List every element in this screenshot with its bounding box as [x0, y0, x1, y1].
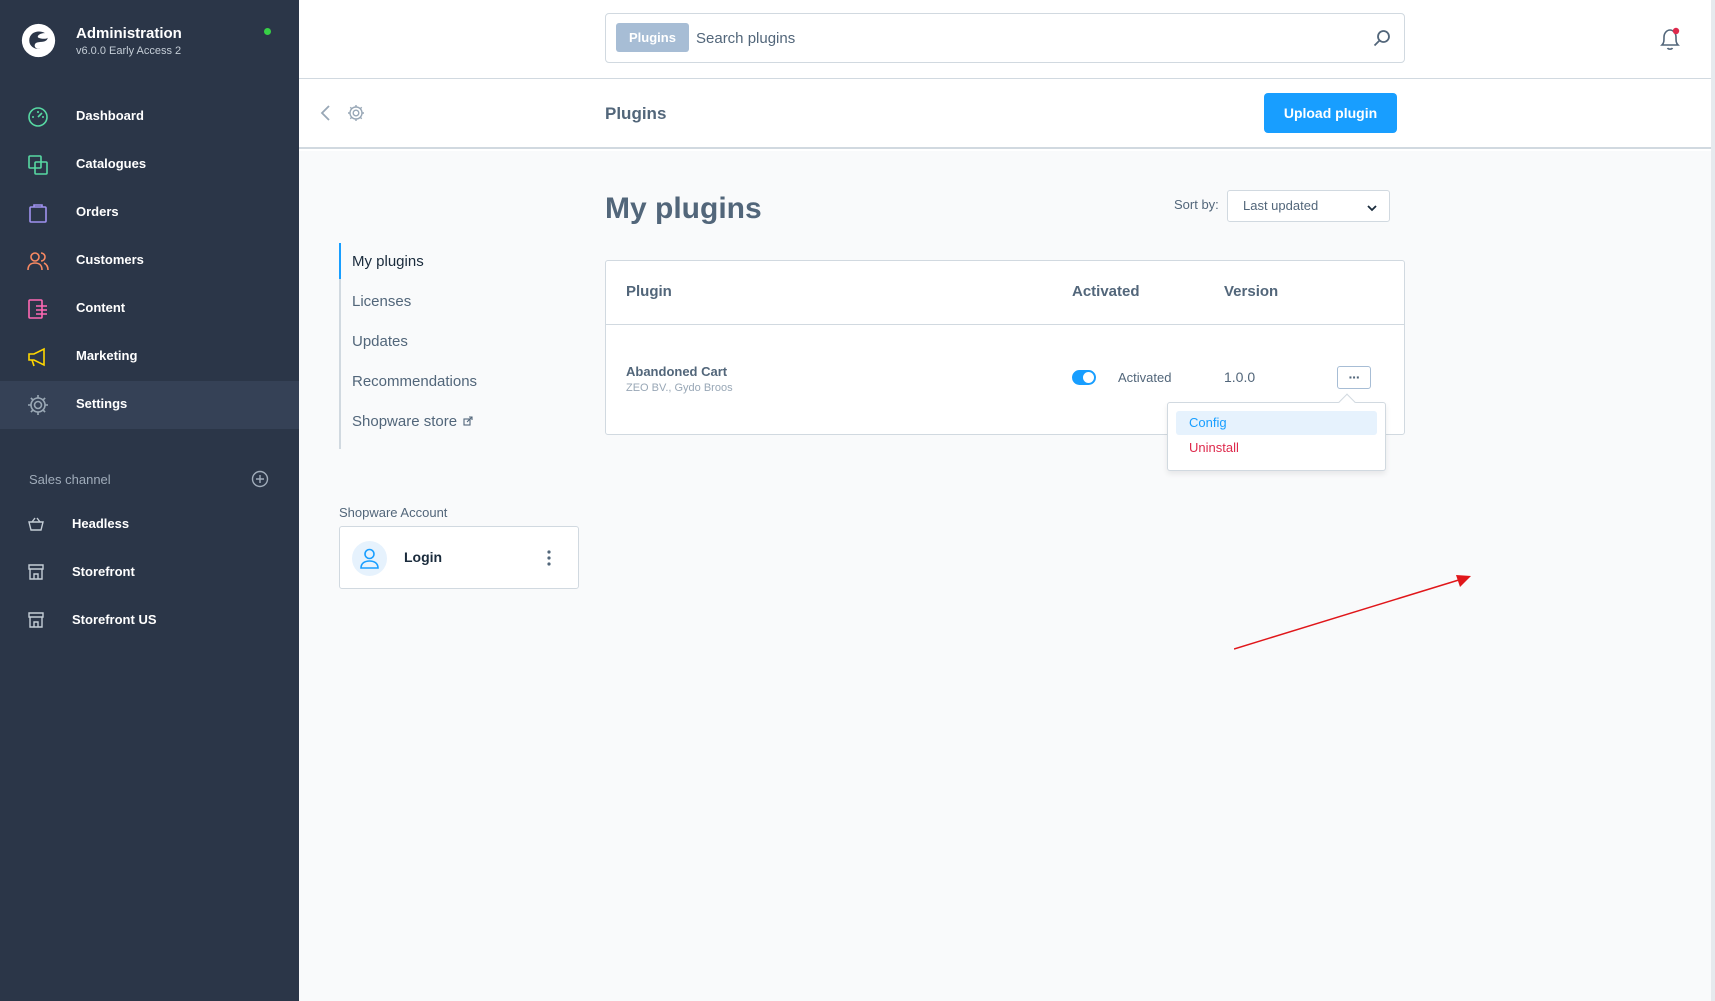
nav-item-orders[interactable]: Orders — [0, 189, 299, 237]
side-nav-shopware-store[interactable]: Shopware store — [341, 409, 539, 449]
column-header-activated[interactable]: Activated — [1072, 283, 1140, 300]
side-nav-recommendations[interactable]: Recommendations — [341, 369, 539, 409]
nav-label: Settings — [76, 396, 128, 411]
nav-label: Orders — [76, 204, 119, 219]
admin-sidebar: Administration v6.0.0 Early Access 2 Das… — [0, 0, 299, 1001]
nav-label: Catalogues — [76, 156, 147, 171]
nav-item-settings[interactable]: Settings — [0, 381, 299, 429]
sales-channel-header: Sales channel — [29, 470, 269, 492]
nav-item-customers[interactable]: Customers — [0, 237, 299, 285]
shopware-account-label: Shopware Account — [339, 505, 448, 520]
sales-channel-item-storefront-us[interactable]: Storefront US — [0, 599, 299, 643]
account-login-label[interactable]: Login — [404, 549, 442, 565]
section-title: My plugins — [605, 192, 762, 225]
context-menu-uninstall[interactable]: Uninstall — [1176, 436, 1377, 460]
search-type-tag[interactable]: Plugins — [616, 23, 689, 52]
activation-label: Activated — [1118, 370, 1172, 385]
add-sales-channel-icon[interactable] — [251, 470, 269, 488]
nav-label: Dashboard — [76, 108, 144, 123]
catalogue-icon — [28, 155, 48, 175]
user-icon — [360, 548, 379, 569]
app-version: v6.0.0 Early Access 2 — [76, 45, 182, 57]
plugin-name: Abandoned Cart — [626, 364, 728, 379]
nav-item-dashboard[interactable]: Dashboard — [0, 93, 299, 141]
annotation-arrow-icon — [1234, 575, 1471, 650]
page-title: Plugins — [605, 104, 667, 123]
sales-channel-name: Storefront — [72, 564, 135, 579]
sales-channel-item-storefront[interactable]: Storefront — [0, 551, 299, 595]
marketing-icon — [28, 347, 45, 367]
notification-bell-icon[interactable] — [1658, 26, 1682, 52]
chevron-down-icon — [1367, 205, 1377, 212]
top-bar: Plugins — [299, 0, 1715, 79]
plugin-version: 1.0.0 — [1224, 369, 1256, 385]
search-icon[interactable] — [1372, 28, 1392, 48]
orders-icon — [29, 204, 47, 223]
search-input[interactable] — [696, 24, 1296, 52]
nav-label: Content — [76, 300, 126, 315]
sales-channel-name: Storefront US — [72, 612, 157, 627]
nav-label: Customers — [76, 252, 144, 267]
storefront-icon — [28, 612, 44, 628]
side-nav-updates[interactable]: Updates — [341, 329, 539, 369]
column-header-plugin[interactable]: Plugin — [626, 283, 672, 300]
sort-label: Sort by: — [1174, 197, 1219, 212]
status-indicator — [264, 28, 271, 35]
back-arrow-icon[interactable] — [319, 104, 333, 122]
basket-icon — [28, 517, 44, 531]
sales-channel-name: Headless — [72, 516, 130, 531]
column-header-version[interactable]: Version — [1224, 283, 1278, 300]
nav-item-catalogues[interactable]: Catalogues — [0, 141, 299, 189]
activation-toggle[interactable] — [1072, 370, 1096, 385]
storefront-icon — [28, 564, 44, 580]
sales-channel-title: Sales channel — [29, 472, 111, 487]
avatar — [352, 541, 387, 576]
settings-cog-icon[interactable] — [347, 104, 365, 122]
page-scrollbar[interactable] — [1711, 0, 1715, 1001]
sales-channel-item-headless[interactable]: Headless — [0, 503, 299, 547]
sort-select[interactable]: Last updated — [1227, 190, 1390, 222]
side-nav-label: Recommendations — [352, 373, 478, 390]
side-nav-label: Licenses — [352, 293, 412, 310]
external-link-icon — [463, 416, 473, 426]
shopware-logo-icon — [21, 23, 56, 58]
smart-bar: Plugins Upload plugin — [299, 80, 1715, 149]
customers-icon — [27, 252, 49, 271]
row-context-button[interactable]: ··· — [1337, 366, 1371, 389]
shopware-account-card[interactable]: Login — [339, 526, 579, 589]
app-title: Administration — [76, 25, 182, 42]
main-content: My plugins Licenses Updates Recommendati… — [299, 151, 1715, 1001]
more-vertical-icon[interactable] — [540, 546, 558, 570]
dashboard-icon — [28, 107, 48, 127]
nav-label: Marketing — [76, 348, 138, 363]
side-nav-label: Updates — [352, 333, 408, 350]
sort-selected-value: Last updated — [1243, 198, 1319, 213]
global-search[interactable]: Plugins — [605, 13, 1405, 63]
side-nav-label: Shopware store — [352, 413, 458, 430]
upload-plugin-button[interactable]: Upload plugin — [1264, 93, 1397, 133]
context-menu: Config Uninstall — [1167, 393, 1386, 471]
brand-header[interactable]: Administration v6.0.0 Early Access 2 — [0, 0, 299, 80]
content-icon — [28, 299, 47, 319]
toggle-knob — [1083, 372, 1094, 383]
nav-item-marketing[interactable]: Marketing — [0, 333, 299, 381]
plugin-side-nav: My plugins Licenses Updates Recommendati… — [339, 243, 539, 449]
side-nav-my-plugins[interactable]: My plugins — [339, 243, 539, 289]
settings-icon — [28, 395, 48, 415]
more-horizontal-icon: ··· — [1348, 369, 1361, 385]
context-menu-config[interactable]: Config — [1176, 411, 1377, 435]
side-nav-licenses[interactable]: Licenses — [341, 289, 539, 329]
plugin-author: ZEO BV., Gydo Broos — [626, 382, 733, 394]
side-nav-label: My plugins — [352, 253, 424, 270]
nav-item-content[interactable]: Content — [0, 285, 299, 333]
grid-header: Plugin Activated Version — [606, 261, 1404, 325]
